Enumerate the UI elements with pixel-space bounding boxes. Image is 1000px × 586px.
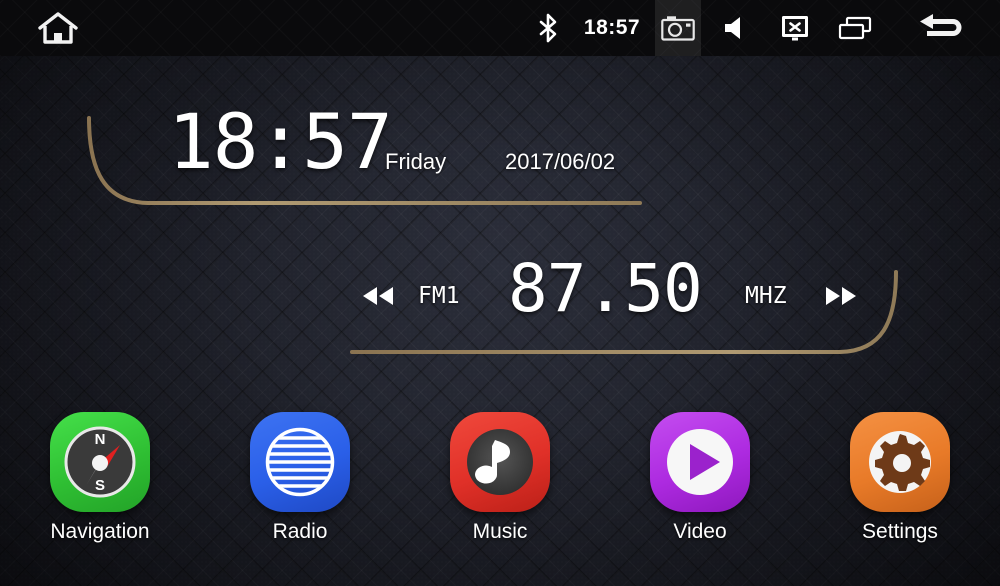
radio-unit-label: MHZ	[745, 283, 787, 309]
navigation-icon-tile[interactable]: N S	[50, 412, 150, 512]
back-button[interactable]	[908, 0, 978, 56]
recent-apps-button[interactable]	[832, 0, 878, 56]
home-icon	[38, 12, 78, 44]
status-bar-clock: 18:57	[583, 16, 641, 39]
camera-button[interactable]	[655, 0, 701, 56]
navigation-label: Navigation	[50, 520, 150, 543]
clock-day: Friday	[385, 149, 447, 174]
svg-text:S: S	[95, 477, 105, 494]
music-note-icon	[467, 429, 533, 495]
fast-forward-icon	[826, 287, 856, 305]
play-icon	[667, 429, 733, 495]
radio-prev-button[interactable]	[355, 273, 401, 319]
radio-icon-tile[interactable]	[250, 412, 350, 512]
radio-widget[interactable]: FM1 87.50 MHZ	[0, 250, 1000, 329]
app-video[interactable]: Video	[600, 412, 800, 557]
clock-date: 2017/06/02	[505, 149, 616, 174]
radio-label: Radio	[272, 520, 328, 543]
back-icon	[920, 14, 962, 36]
settings-label: Settings	[862, 520, 938, 543]
recent-apps-icon	[838, 16, 872, 40]
settings-icon-tile[interactable]	[850, 412, 950, 512]
app-navigation[interactable]: N S Navigation	[0, 412, 200, 557]
camera-icon	[661, 16, 695, 41]
svg-text:N: N	[95, 431, 106, 448]
screen-off-icon	[782, 16, 808, 41]
mute-icon	[725, 17, 740, 39]
screen-off-button[interactable]	[773, 0, 817, 56]
app-music[interactable]: Music	[400, 412, 600, 557]
rewind-icon	[363, 287, 393, 305]
bluetooth-button[interactable]	[528, 0, 568, 56]
app-radio[interactable]: Radio	[200, 412, 400, 557]
clock-time: 18:57	[168, 97, 393, 186]
video-icon-tile[interactable]	[650, 412, 750, 512]
app-settings[interactable]: Settings	[800, 412, 1000, 557]
status-bar: 18:57	[0, 0, 1000, 56]
radio-grille-icon	[265, 427, 335, 497]
app-dock: N S Navigation Radio Music Video Setting…	[0, 412, 1000, 557]
radio-band-label: FM1	[418, 283, 460, 309]
head-unit-home-screen: 18:57 18:57 Friday 2017/06/02 FM1 87.50 …	[0, 0, 1000, 586]
home-button[interactable]	[26, 0, 90, 56]
mute-button[interactable]	[715, 0, 759, 56]
video-label: Video	[673, 520, 727, 543]
music-icon-tile[interactable]	[450, 412, 550, 512]
radio-frequency: 87.50	[508, 250, 703, 327]
radio-next-button[interactable]	[818, 273, 864, 319]
compass-icon: N S	[64, 426, 136, 498]
bluetooth-icon	[539, 13, 557, 43]
music-label: Music	[472, 520, 528, 543]
clock-widget[interactable]: 18:57 Friday 2017/06/02	[0, 99, 1000, 185]
gear-icon	[869, 431, 931, 493]
